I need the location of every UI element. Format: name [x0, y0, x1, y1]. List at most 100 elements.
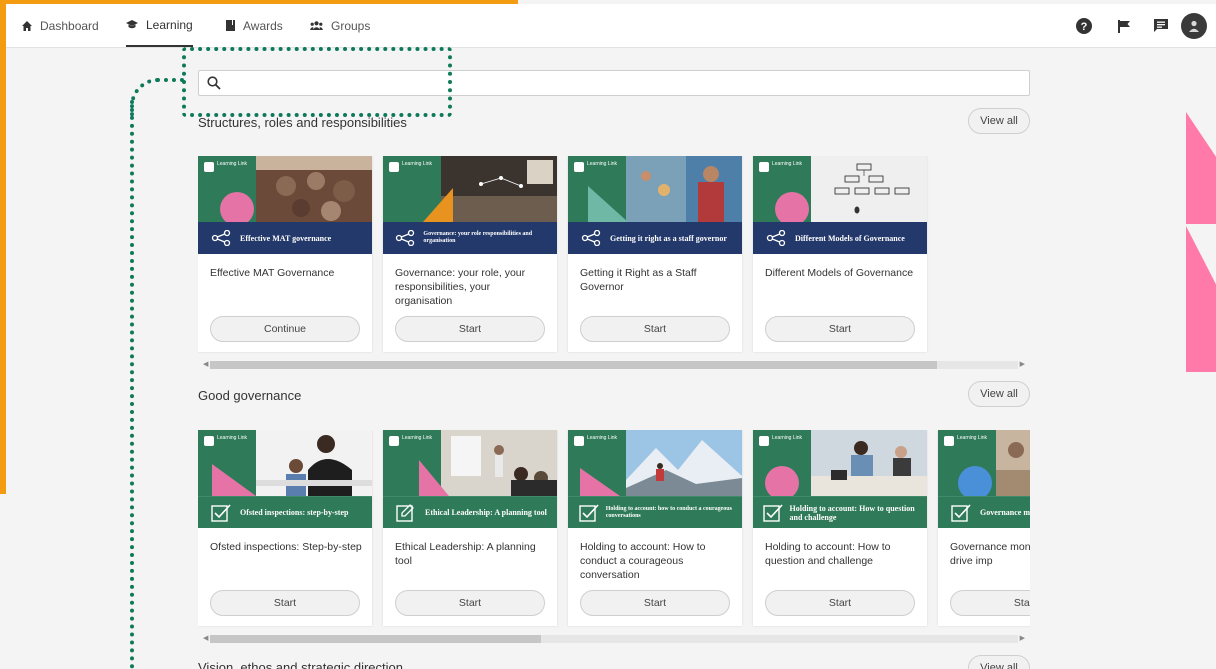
- section-title: Structures, roles and responsibilities: [198, 115, 407, 130]
- graduation-cap-icon: [126, 19, 138, 28]
- user-avatar[interactable]: [1181, 13, 1207, 39]
- course-title: Effective MAT Governance: [210, 267, 335, 279]
- course-thumbnail: Learning Link Ofsted inspections: step-b…: [198, 430, 372, 528]
- course-title: Governance monitoring to help drive imp: [950, 541, 1030, 567]
- group-icon: [310, 21, 323, 30]
- course-title: Getting it Right as a Staff Governor: [580, 267, 697, 293]
- photo-teacher: [626, 156, 742, 222]
- annotation-connector-curve: [130, 78, 184, 118]
- scrollbar-thumb[interactable]: [210, 361, 937, 369]
- edit-square-icon: [396, 503, 414, 522]
- course-title: Ethical Leadership: A planning tool: [395, 541, 536, 567]
- share-nodes-icon: [581, 230, 601, 246]
- photo-mountains: [626, 430, 742, 496]
- chat-button[interactable]: [1149, 14, 1173, 38]
- scroll-left-icon[interactable]: ◀: [203, 634, 208, 642]
- photo-audience: [256, 156, 372, 222]
- nav-item-label: Dashboard: [40, 18, 99, 33]
- course-thumbnail: Learning Link Holding to account: How to…: [753, 430, 927, 528]
- help-button[interactable]: ?: [1072, 14, 1096, 38]
- thumbnail-caption: Holding to account: how to conduct a cou…: [605, 505, 732, 519]
- book-icon: [226, 20, 235, 31]
- orange-accent-bar-left: [0, 0, 6, 494]
- thumbnail-caption: Effective MAT governance: [240, 233, 332, 243]
- home-icon: [22, 20, 32, 31]
- start-button[interactable]: Start: [765, 590, 915, 616]
- thumbnail-caption: Ofsted inspections: step-by-step: [240, 508, 349, 517]
- nav-item-groups[interactable]: Groups: [310, 4, 370, 47]
- course-thumbnail: Learning Link Ethical Leadership: A plan…: [383, 430, 557, 528]
- course-title: Holding to account: How to question and …: [765, 541, 891, 567]
- share-nodes-icon: [211, 230, 231, 246]
- course-card[interactable]: Learning Link Different Models of Govern…: [753, 156, 927, 352]
- course-card[interactable]: Learning Link Ofsted inspections: step-b…: [198, 430, 372, 626]
- nav-item-learning[interactable]: Learning: [126, 4, 193, 47]
- course-thumbnail: Learning Link Holding to account: how to…: [568, 430, 742, 528]
- course-thumbnail: Learning Link Getting it right as a staf…: [568, 156, 742, 254]
- course-card[interactable]: Learning Link Holding to account: How to…: [753, 430, 927, 626]
- section-title: Good governance: [198, 388, 302, 403]
- annotation-connector-line: [130, 100, 134, 669]
- checkbox-icon: [951, 503, 971, 522]
- nav-item-label: Learning: [146, 17, 193, 32]
- view-all-button[interactable]: View all: [968, 381, 1030, 407]
- view-all-button[interactable]: View all: [968, 108, 1030, 134]
- section-title: Vision, ethos and strategic direction: [198, 660, 403, 669]
- view-all-button[interactable]: View all: [968, 655, 1030, 669]
- start-button[interactable]: Start: [580, 316, 730, 342]
- checkbox-icon: [579, 503, 599, 522]
- learning-link-logo: Learning Link: [389, 436, 432, 446]
- learning-link-logo: Learning Link: [759, 436, 802, 446]
- help-icon: ?: [1076, 18, 1092, 34]
- photo-org-chart: [811, 156, 927, 222]
- continue-button[interactable]: Continue: [210, 316, 360, 342]
- start-button[interactable]: Start: [765, 316, 915, 342]
- scrollbar-thumb[interactable]: [210, 635, 541, 643]
- checkbox-icon: [763, 503, 783, 522]
- scroll-left-icon[interactable]: ◀: [203, 360, 208, 368]
- pink-triangle-shape: [212, 464, 256, 496]
- start-button[interactable]: Start: [580, 590, 730, 616]
- nav-item-dashboard[interactable]: Dashboard: [22, 4, 99, 47]
- thumbnail-caption: Governance monitoring tool to help d: [980, 508, 1030, 517]
- course-title: Governance: your role, your responsibili…: [395, 267, 526, 307]
- course-card[interactable]: Learning Link Ethical Leadership: A plan…: [383, 430, 557, 626]
- photo-presentation: [441, 430, 557, 496]
- course-card[interactable]: Learning Link Holding to account: how to…: [568, 430, 742, 626]
- learning-link-logo: Learning Link: [759, 162, 802, 172]
- scroll-right-icon[interactable]: ▶: [1020, 634, 1025, 642]
- course-card[interactable]: Learning Link Governance monitoring tool…: [938, 430, 1030, 626]
- horizontal-scrollbar[interactable]: ◀ ▶: [198, 632, 1030, 644]
- flag-button[interactable]: [1112, 14, 1136, 38]
- learning-link-logo: Learning Link: [204, 162, 247, 172]
- thumbnail-caption: Different Models of Governance: [795, 233, 905, 243]
- course-row-good-governance: Learning Link Ofsted inspections: step-b…: [198, 430, 1030, 628]
- flag-icon: [1118, 19, 1130, 33]
- course-card[interactable]: Learning Link Effective MAT governance E…: [198, 156, 372, 352]
- learning-link-logo: Learning Link: [574, 436, 617, 446]
- photo-network: [441, 156, 557, 222]
- course-card[interactable]: Learning Link Getting it right as a staf…: [568, 156, 742, 352]
- scroll-right-icon[interactable]: ▶: [1020, 360, 1025, 368]
- photo-meeting: [811, 430, 927, 496]
- course-card[interactable]: Learning Link Governance: your role resp…: [383, 156, 557, 352]
- thumbnail-caption: Ethical Leadership: A planning tool: [425, 508, 547, 517]
- search-highlight-annotation: [182, 47, 452, 117]
- start-button[interactable]: Start: [395, 590, 545, 616]
- course-row-structures: Learning Link Effective MAT governance E…: [198, 156, 1030, 354]
- nav-item-label: Awards: [243, 18, 283, 33]
- checkbox-icon: [211, 503, 231, 522]
- nav-item-awards[interactable]: Awards: [226, 4, 283, 47]
- top-navigation: Dashboard Learning Awards Groups ?: [6, 4, 1216, 48]
- learning-link-logo: Learning Link: [574, 162, 617, 172]
- course-title: Ofsted inspections: Step-by-step: [210, 541, 362, 553]
- thumbnail-caption: Getting it right as a staff governor: [610, 233, 727, 243]
- start-button[interactable]: Start: [395, 316, 545, 342]
- start-button[interactable]: Start: [950, 590, 1030, 616]
- share-nodes-icon: [396, 230, 415, 246]
- svg-text:?: ?: [1081, 21, 1088, 33]
- start-button[interactable]: Start: [210, 590, 360, 616]
- horizontal-scrollbar[interactable]: ◀ ▶: [198, 358, 1030, 370]
- user-avatar-icon: [1189, 20, 1199, 32]
- chat-icon: [1154, 19, 1168, 32]
